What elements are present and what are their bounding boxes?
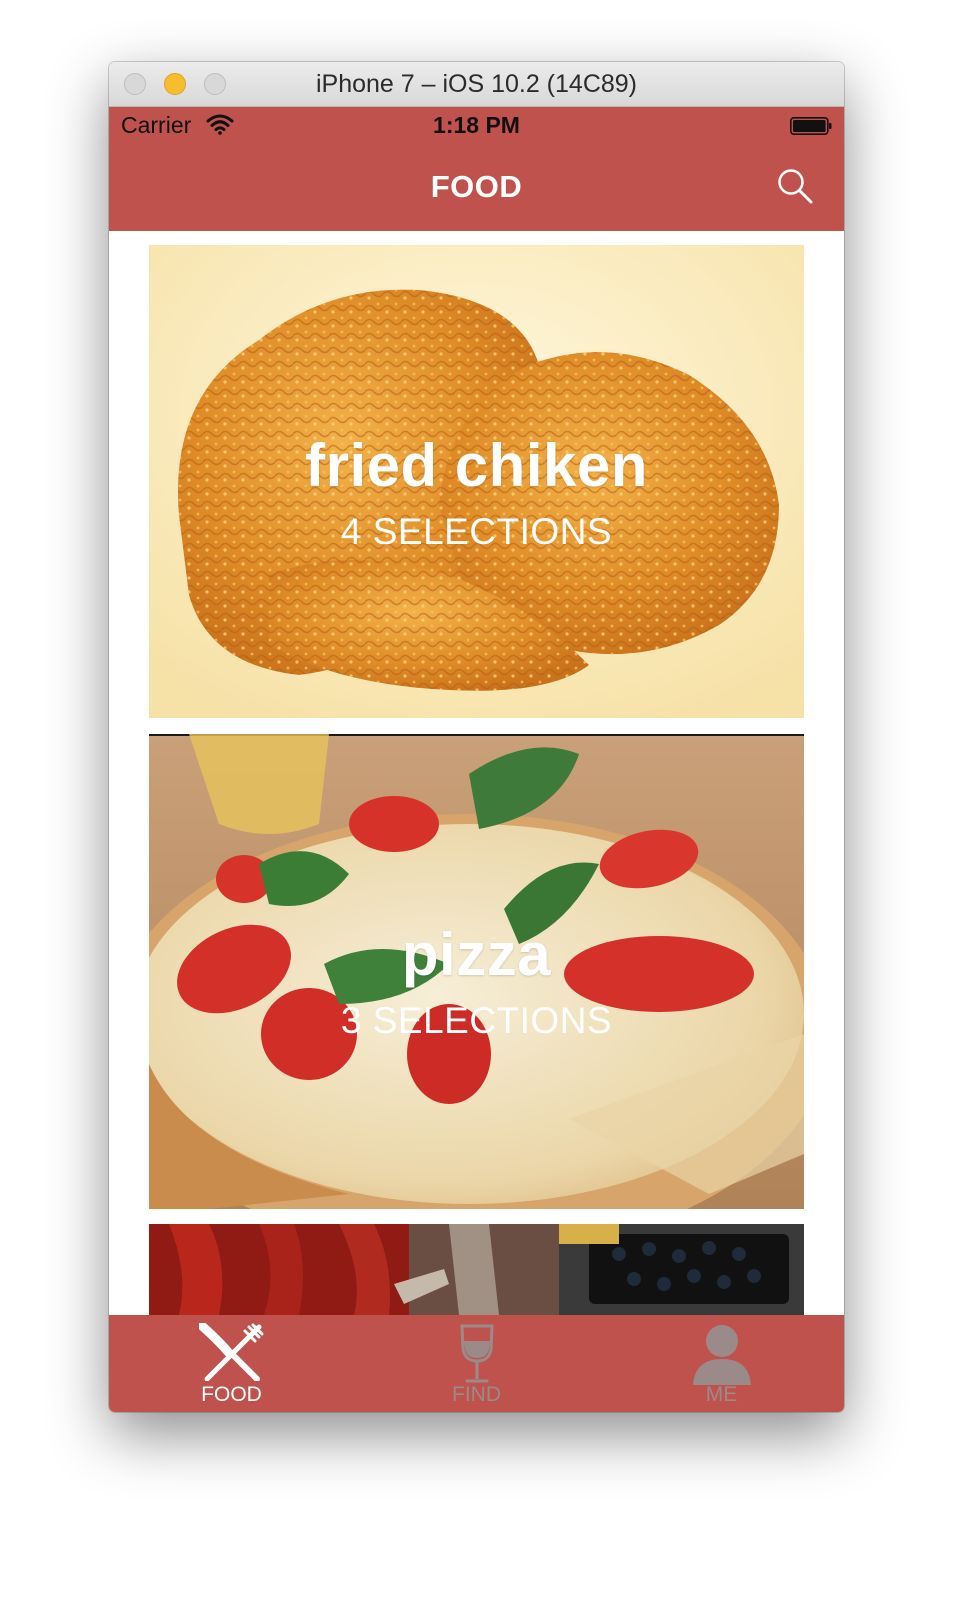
food-card-fried-chicken[interactable]: fried chiken 4 SELECTIONS (149, 245, 804, 718)
tab-find[interactable]: FIND (354, 1315, 599, 1412)
status-bar: Carrier 1:18 PM (109, 107, 844, 145)
search-icon[interactable] (776, 167, 814, 205)
window-title: iPhone 7 – iOS 10.2 (14C89) (315, 70, 638, 98)
navigation-bar: FOOD (109, 145, 844, 231)
person-icon (692, 1325, 751, 1385)
tab-me-label: ME (705, 1383, 738, 1406)
tab-food[interactable]: FOOD (109, 1315, 354, 1412)
food-image-partial (149, 1224, 804, 1315)
food-card-partial[interactable] (149, 1224, 804, 1315)
status-time: 1:18 PM (433, 112, 520, 138)
card-title: fried chiken (305, 432, 648, 499)
simulator-window: iPhone 7 – iOS 10.2 (14C89) Carrier 1:18… (109, 62, 844, 1412)
food-card-pizza[interactable]: pizza 3 SELECTIONS (149, 734, 804, 1209)
tab-me[interactable]: ME (599, 1315, 844, 1412)
food-list[interactable]: fried chiken 4 SELECTIONS pizza 3 SELECT… (109, 231, 844, 1315)
card-selection-count: 4 SELECTIONS (340, 511, 613, 552)
tab-food-label: FOOD (201, 1383, 262, 1406)
tab-find-label: FIND (452, 1383, 501, 1406)
card-selection-count: 3 SELECTIONS (340, 1000, 613, 1041)
fork-knife-icon (198, 1323, 263, 1381)
window-titlebar: iPhone 7 – iOS 10.2 (14C89) (109, 62, 844, 107)
battery-icon (790, 117, 832, 135)
tab-bar: FOOD FIND ME (109, 1315, 844, 1412)
page-title: FOOD (430, 169, 523, 204)
card-title: pizza (401, 921, 552, 988)
wine-glass-icon (459, 1324, 494, 1383)
